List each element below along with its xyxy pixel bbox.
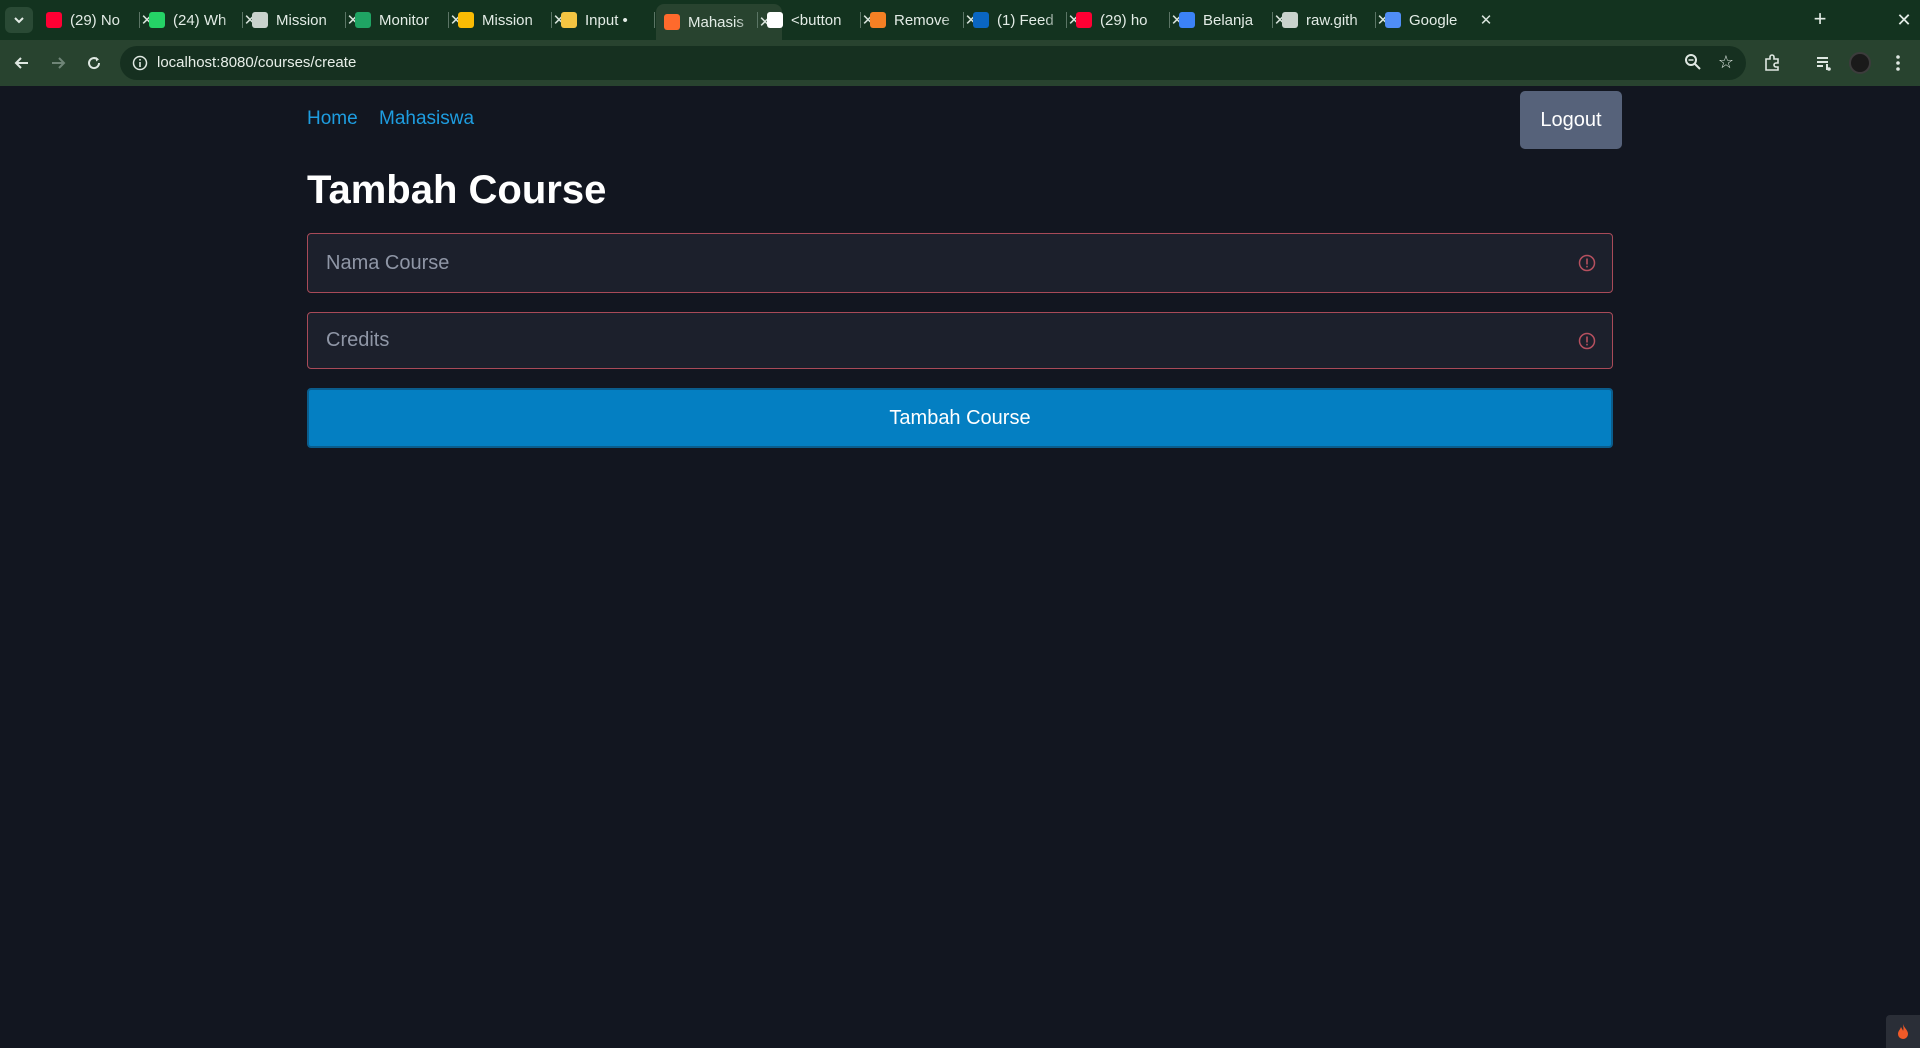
error-alert-icon	[1578, 254, 1596, 272]
tab-title: (1) Feed	[997, 11, 1054, 29]
bag-icon	[1179, 12, 1195, 28]
tab-title: (29) ho	[1100, 11, 1148, 29]
more-vertical-icon	[1896, 55, 1900, 71]
tab-title: Google	[1409, 11, 1458, 29]
tab-title: Monitor	[379, 11, 430, 29]
whatsapp-icon	[149, 12, 165, 28]
tab-separator	[963, 12, 964, 28]
tab-separator	[654, 12, 655, 28]
page-title: Tambah Course	[307, 168, 607, 212]
youtube-icon	[1076, 12, 1092, 28]
youtube-icon	[46, 12, 62, 28]
tab-separator	[757, 12, 758, 28]
tab-title: Mahasis	[688, 13, 744, 31]
browser-toolbar: localhost:8080/courses/create ☆	[0, 40, 1920, 86]
globe-icon	[1282, 12, 1298, 28]
new-tab-button[interactable]: +	[1806, 6, 1834, 34]
linkedin-icon	[973, 12, 989, 28]
window-close-button[interactable]: ✕	[1892, 6, 1916, 34]
tab-title: Remove	[894, 11, 950, 29]
site-info-icon[interactable]	[130, 53, 150, 73]
forward-button[interactable]	[44, 49, 72, 77]
logout-button[interactable]: Logout	[1520, 91, 1622, 149]
profile-button[interactable]	[1846, 49, 1874, 77]
back-button[interactable]	[8, 49, 36, 77]
browser-tabstrip: (29) No ✕ (24) Wh ✕ Mission ✕ Monitor ✕ Mission ✕…	[0, 0, 1920, 40]
add-course-button[interactable]: Tambah Course	[307, 388, 1613, 448]
tab-title: (24) Wh	[173, 11, 227, 29]
tab-separator	[1066, 12, 1067, 28]
avatar	[1849, 52, 1871, 74]
nav-link-home[interactable]: Home	[307, 108, 358, 130]
tab-separator	[139, 12, 140, 28]
drive-icon	[458, 12, 474, 28]
tab-title: Mission	[276, 11, 327, 29]
credits-field-wrapper	[307, 312, 1613, 369]
gemini-icon	[1385, 12, 1401, 28]
course-name-field-wrapper	[307, 233, 1613, 293]
error-alert-icon	[1578, 332, 1596, 350]
credits-input[interactable]	[308, 313, 1612, 368]
course-name-input[interactable]	[308, 234, 1612, 292]
sheets-icon	[355, 12, 371, 28]
portrait-icon	[252, 12, 268, 28]
flame-icon	[664, 14, 680, 30]
tab-title: (29) No	[70, 11, 121, 29]
browser-tab[interactable]: Google ✕	[1377, 4, 1503, 36]
tab-separator	[1272, 12, 1273, 28]
media-control-button[interactable]	[1810, 49, 1838, 77]
tab-separator	[551, 12, 552, 28]
arrow-left-icon	[14, 57, 28, 69]
stackoverflow-icon	[870, 12, 886, 28]
zoom-icon[interactable]	[1684, 53, 1702, 76]
extensions-button[interactable]	[1758, 49, 1786, 77]
tab-separator	[1375, 12, 1376, 28]
tab-title: Belanja	[1203, 11, 1254, 29]
tab-separator	[860, 12, 861, 28]
m-logo-icon	[767, 12, 783, 28]
bookmark-star-icon[interactable]: ☆	[1718, 52, 1734, 73]
reload-button[interactable]	[80, 49, 108, 77]
sparkle-icon	[561, 12, 577, 28]
browser-menu-button[interactable]	[1884, 49, 1912, 77]
tab-separator	[242, 12, 243, 28]
reload-icon	[88, 57, 101, 70]
tab-search-button[interactable]	[5, 7, 33, 33]
nav-link-mahasiswa[interactable]: Mahasiswa	[379, 108, 474, 130]
tab-separator	[1169, 12, 1170, 28]
tab-separator	[345, 12, 346, 28]
close-icon[interactable]: ✕	[1477, 11, 1495, 29]
tab-separator	[448, 12, 449, 28]
flame-icon[interactable]	[1886, 1015, 1920, 1048]
address-bar[interactable]: localhost:8080/courses/create ☆	[120, 46, 1746, 80]
arrow-right-icon	[52, 57, 66, 69]
tab-title: raw.gith	[1306, 11, 1358, 29]
puzzle-icon	[1765, 54, 1779, 71]
url-text[interactable]: localhost:8080/courses/create	[157, 54, 356, 71]
page-content: Home Mahasiswa Logout Tambah Course Tamb…	[0, 86, 1920, 1048]
playlist-icon	[1817, 57, 1831, 71]
tab-title: Input •	[585, 11, 628, 29]
tab-title: Mission	[482, 11, 533, 29]
tab-title: <button	[791, 11, 842, 29]
chevron-down-icon	[14, 17, 24, 24]
